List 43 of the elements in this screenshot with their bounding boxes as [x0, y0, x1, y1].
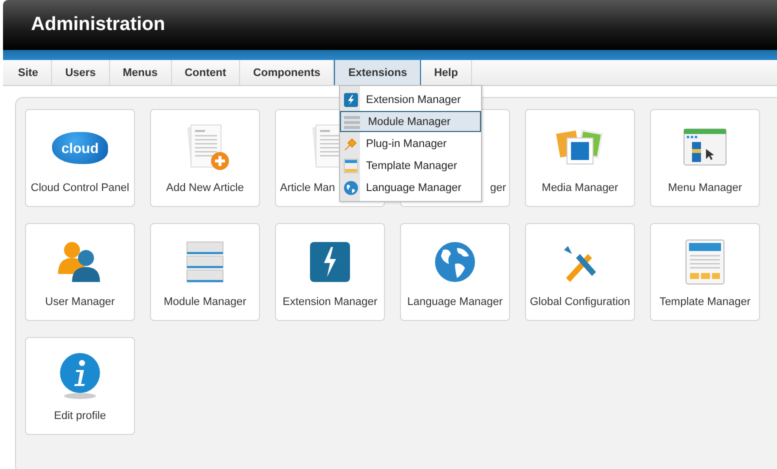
dashboard-tile[interactable]: cloud Cloud Control Panel [25, 109, 135, 207]
dashboard-tile[interactable]: Language Manager [400, 223, 510, 321]
tile-label: Menu Manager [668, 182, 742, 194]
tile-label: Extension Manager [282, 296, 378, 308]
dashboard-tile[interactable]: Menu Manager [650, 109, 760, 207]
tile-label: Template Manager [659, 296, 751, 308]
dropdown-item[interactable]: Extension Manager [340, 89, 481, 110]
dashboard-tile[interactable]: Edit profile [25, 337, 135, 435]
plug-icon [344, 136, 358, 150]
globe-icon [433, 240, 477, 284]
tile-label: Global Configuration [530, 296, 630, 308]
lightning-icon [344, 92, 358, 106]
menu-item[interactable]: Users [52, 60, 110, 85]
tile-label: Edit profile [54, 410, 106, 422]
stacked-bars-icon [344, 114, 360, 128]
tile-label: Media Manager [542, 182, 618, 194]
tile-label: Language Manager [407, 296, 503, 308]
dashboard-tile[interactable]: Module Manager [150, 223, 260, 321]
stacked-bars-icon [184, 240, 226, 284]
dashboard-tile[interactable]: Media Manager [525, 109, 635, 207]
menu-item[interactable]: Extensions [334, 60, 422, 85]
tile-label: Article Man [280, 182, 336, 194]
globe-icon [344, 180, 358, 194]
page-title: Administration [31, 14, 166, 36]
menu-item[interactable]: Content [172, 60, 240, 85]
dashboard-tile[interactable]: User Manager [25, 223, 135, 321]
tile-label: ger [490, 182, 506, 194]
layout-icon [685, 239, 725, 285]
dropdown-item[interactable]: Module Manager [340, 111, 481, 132]
tile-label: User Manager [45, 296, 115, 308]
menu-item[interactable]: Site [5, 60, 52, 85]
dashboard-tile[interactable]: Global Configuration [525, 223, 635, 321]
tile-label: Add New Article [166, 182, 244, 194]
dashboard-tile[interactable]: Extension Manager [275, 223, 385, 321]
menu-item[interactable]: Menus [110, 60, 172, 85]
info-icon [58, 352, 102, 400]
tile-label: Module Manager [164, 296, 246, 308]
cloud-logo: cloud [52, 132, 108, 164]
dashboard-tile[interactable]: Template Manager [650, 223, 760, 321]
layout-icon [344, 158, 358, 172]
tile-label: Cloud Control Panel [30, 182, 130, 194]
dashboard-tile[interactable]: Add New Article [150, 109, 260, 207]
lightning-icon [309, 241, 351, 283]
